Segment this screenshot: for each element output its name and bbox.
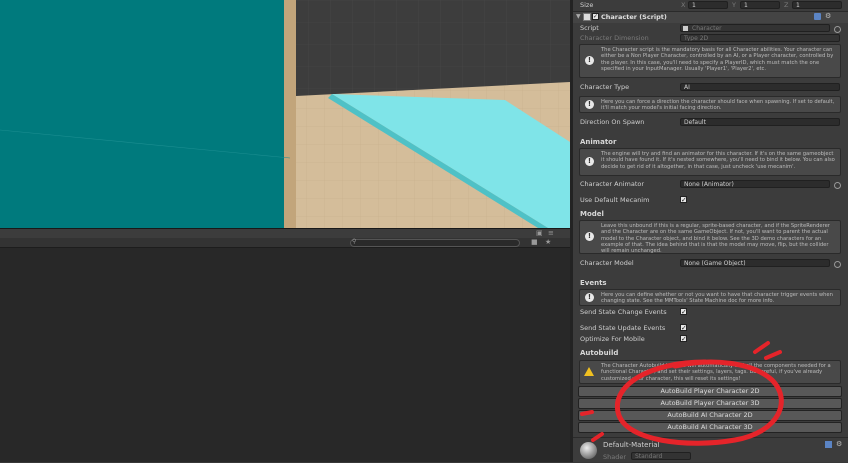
optimize-label: Optimize For Mobile	[580, 335, 645, 343]
model-label: Character Model	[580, 259, 634, 267]
model-field[interactable]: None (Game Object)	[680, 259, 830, 267]
console-search-bar: ⚲ ■ ★	[0, 238, 570, 248]
size-x-label: X	[681, 1, 686, 9]
console-panel: ▣ ≡ ⚲ ■ ★	[0, 228, 570, 462]
autobuild-ai-2d-button[interactable]: AutoBuild AI Character 2D	[578, 410, 842, 421]
info-icon: !	[585, 157, 594, 166]
foldout-arrow-icon[interactable]: ▼	[576, 13, 581, 20]
help-book-icon[interactable]	[814, 13, 821, 20]
material-name: Default-Material	[603, 441, 660, 449]
size-label: Size	[580, 1, 594, 9]
help-text-model: Leave this unbound if this is a regular,…	[601, 223, 830, 255]
autobuild-section-title: Autobuild	[580, 349, 619, 357]
dimension-field: Type 2D	[680, 34, 840, 42]
scene-viewport[interactable]	[0, 0, 570, 228]
help-text-events: Here you can define whether or not you w…	[601, 292, 833, 305]
shader-dropdown[interactable]: Standard	[631, 452, 691, 460]
animator-row: Character Animator None (Animator)	[573, 179, 848, 189]
send-change-checkbox[interactable]: ✓	[680, 308, 687, 316]
animator-picker-icon[interactable]	[834, 182, 841, 189]
dimension-row: Character Dimension Type 2D	[573, 33, 848, 43]
help-text-script: The Character script is the mandatory ba…	[601, 47, 834, 72]
size-y-field[interactable]: 1	[740, 1, 780, 9]
shader-label: Shader	[603, 453, 627, 461]
help-box-animator: ! The engine will try and find an animat…	[579, 148, 841, 176]
send-update-checkbox[interactable]: ✓	[680, 324, 687, 332]
optimize-checkbox[interactable]: ✓	[680, 335, 687, 343]
script-asset-icon	[683, 26, 688, 31]
help-text-autobuild: The Character Autobuild buttons will aut…	[601, 363, 831, 382]
script-label: Script	[580, 24, 599, 32]
info-icon: !	[585, 292, 594, 302]
info-icon: !	[585, 99, 594, 109]
direction-row: Direction On Spawn Default	[573, 117, 848, 127]
help-text-direction: Here you can force a direction the chara…	[601, 99, 835, 112]
optimize-row: Optimize For Mobile ✓	[573, 334, 848, 344]
info-icon: !	[585, 56, 594, 65]
character-type-dropdown[interactable]: AI	[680, 83, 840, 91]
direction-label: Direction On Spawn	[580, 118, 645, 126]
character-type-row: Character Type AI	[573, 82, 848, 92]
model-section-title: Model	[580, 210, 604, 218]
search-icon: ⚲	[352, 238, 357, 245]
component-enabled-checkbox[interactable]: ✓	[592, 13, 599, 20]
send-change-label: Send State Change Events	[580, 308, 667, 316]
console-search-input[interactable]	[350, 239, 520, 247]
mecanim-checkbox[interactable]: ✓	[680, 196, 687, 204]
model-row: Character Model None (Game Object)	[573, 258, 848, 268]
settings-gear-icon[interactable]: ⚙	[836, 440, 842, 448]
component-title: Character (Script)	[601, 13, 667, 21]
settings-gear-icon[interactable]: ⚙	[825, 12, 831, 20]
scene-view[interactable]	[0, 0, 570, 228]
help-box-autobuild: The Character Autobuild buttons will aut…	[579, 360, 841, 384]
mecanim-label: Use Default Mecanim	[580, 196, 650, 204]
lock-icon[interactable]: ▣	[536, 229, 543, 237]
size-y-label: Y	[732, 1, 736, 9]
autobuild-player-3d-button[interactable]: AutoBuild Player Character 3D	[578, 398, 842, 409]
dimension-label: Character Dimension	[580, 34, 649, 42]
direction-dropdown[interactable]: Default	[680, 118, 840, 126]
help-box-direction: ! Here you can force a direction the cha…	[579, 96, 841, 113]
script-field[interactable]: Character	[680, 24, 830, 32]
size-z-field[interactable]: 1	[792, 1, 842, 9]
size-z-label: Z	[784, 1, 789, 9]
send-change-row: Send State Change Events ✓	[573, 307, 848, 317]
autobuild-player-2d-button[interactable]: AutoBuild Player Character 2D	[578, 386, 842, 397]
help-box-script: ! The Character script is the mandatory …	[579, 44, 841, 78]
help-box-model: ! Leave this unbound if this is a regula…	[579, 220, 841, 254]
model-picker-icon[interactable]	[834, 261, 841, 268]
material-header[interactable]: Default-Material Shader Standard ⚙	[573, 437, 848, 463]
character-type-label: Character Type	[580, 83, 630, 91]
size-x-field[interactable]: 1	[688, 1, 728, 9]
inspector-panel: Size X 1 Y 1 Z 1 ▼ ✓ Character (Script) …	[573, 0, 848, 462]
send-update-row: Send State Update Events ✓	[573, 323, 848, 333]
material-sphere-icon	[580, 442, 597, 459]
events-section-title: Events	[580, 279, 607, 287]
autobuild-ai-3d-button[interactable]: AutoBuild AI Character 3D	[578, 422, 842, 433]
menu-icon[interactable]: ≡	[548, 229, 554, 237]
info-icon: !	[585, 232, 594, 241]
mecanim-row: Use Default Mecanim ✓	[573, 195, 848, 205]
script-row: Script Character	[573, 23, 848, 33]
help-book-icon[interactable]	[825, 441, 832, 448]
send-update-label: Send State Update Events	[580, 324, 666, 332]
animator-section-title: Animator	[580, 138, 617, 146]
component-header[interactable]: ▼ ✓ Character (Script) ⚙	[573, 11, 848, 23]
warning-icon	[584, 367, 594, 376]
script-file-icon	[583, 13, 591, 21]
clear-icon[interactable]: ■	[531, 238, 538, 246]
star-icon[interactable]: ★	[545, 238, 551, 246]
size-row: Size X 1 Y 1 Z 1	[573, 0, 848, 10]
script-picker-icon[interactable]	[834, 26, 841, 33]
teal-wall	[0, 0, 290, 228]
animator-label: Character Animator	[580, 180, 645, 188]
help-text-animator: The engine will try and find an animator…	[601, 151, 835, 170]
animator-field[interactable]: None (Animator)	[680, 180, 830, 188]
help-box-events: ! Here you can define whether or not you…	[579, 289, 841, 306]
